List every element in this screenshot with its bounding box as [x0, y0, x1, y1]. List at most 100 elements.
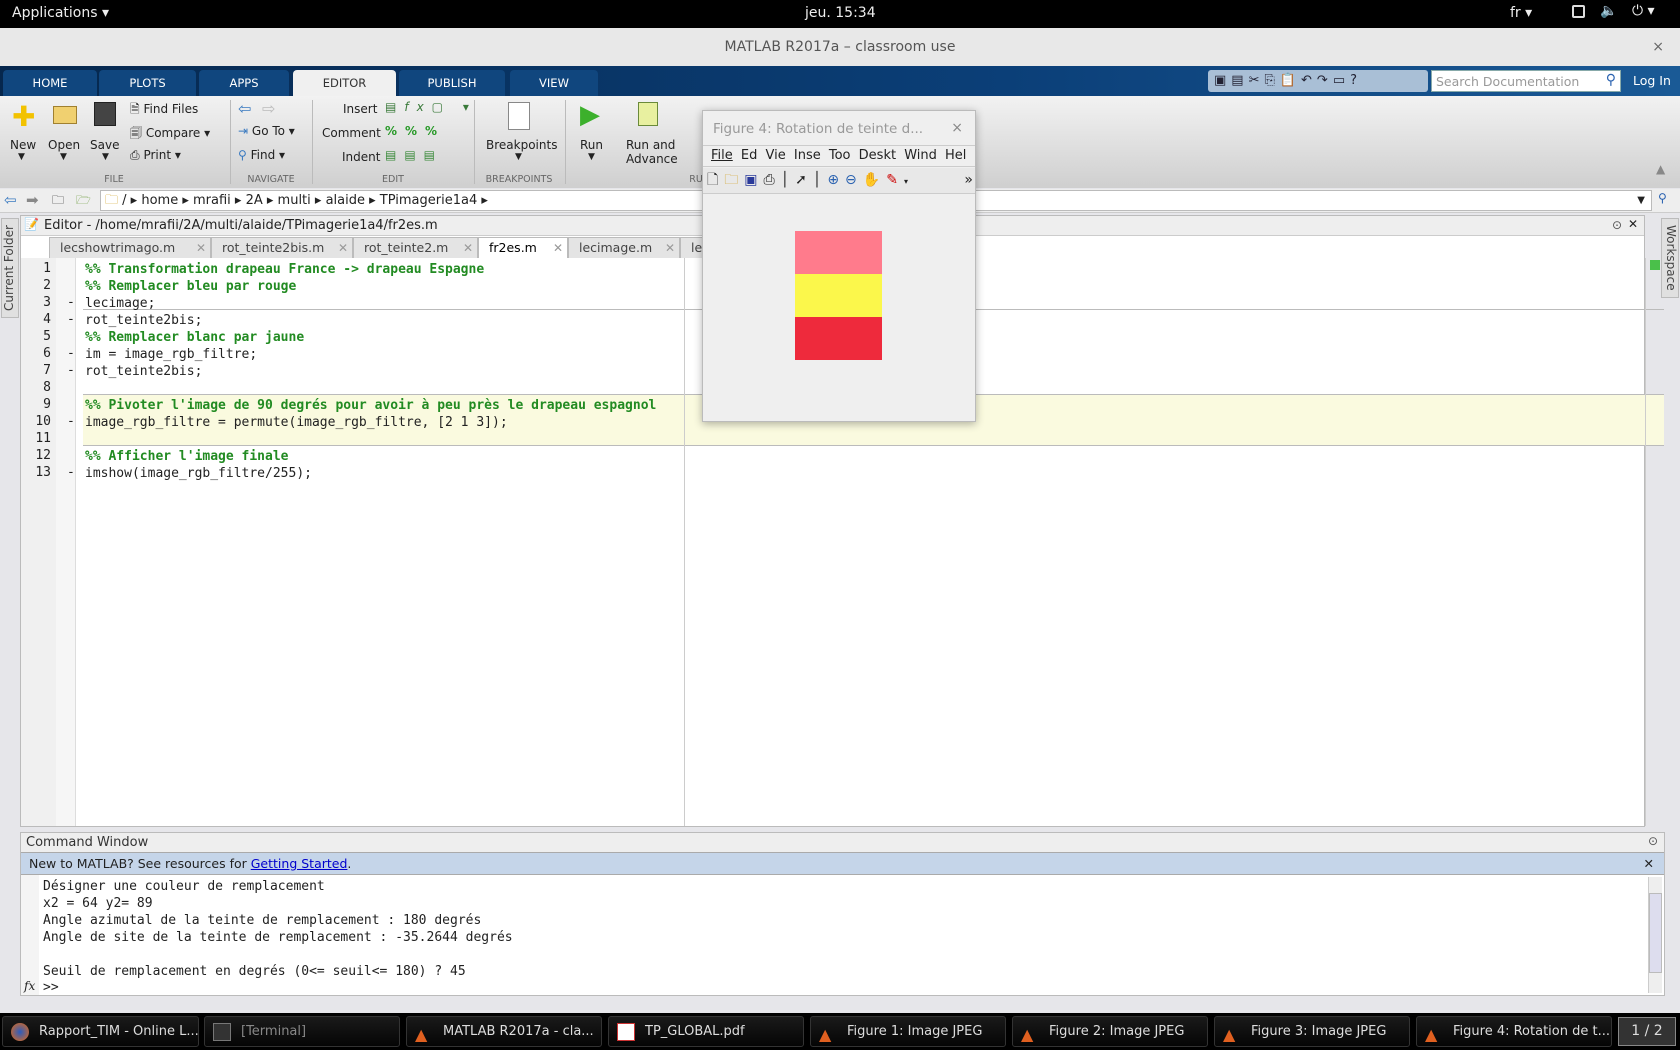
menu-help[interactable]: Hel — [945, 148, 966, 163]
executable-line-marker[interactable]: - — [67, 312, 75, 327]
path-segment[interactable]: multi — [278, 193, 311, 208]
new-button[interactable]: ✚ New ▼ — [4, 98, 44, 168]
indent-icons[interactable]: ▤▤▤ — [385, 148, 443, 162]
editor-tab[interactable]: lecimage.m ✕ — [568, 237, 680, 258]
tab-plots[interactable]: PLOTS — [99, 70, 196, 96]
taskbar-item-pdf[interactable]: TP_GLOBAL.pdf — [608, 1016, 804, 1047]
tab-apps[interactable]: APPS — [199, 70, 289, 96]
code-comment-line[interactable]: %% Remplacer bleu par rouge — [85, 278, 296, 295]
scrollbar-thumb[interactable] — [1649, 893, 1662, 973]
open-button[interactable]: Open ▼ — [46, 98, 86, 168]
volume-icon[interactable]: 🔈 — [1600, 3, 1617, 19]
executable-line-marker[interactable]: - — [67, 346, 75, 361]
workspace-tab[interactable]: Workspace — [1661, 218, 1679, 298]
zoom-in-icon[interactable]: ⊕ — [827, 172, 845, 188]
dropdown-icon[interactable]: ▾ — [904, 177, 914, 186]
print-button[interactable]: ⎙ Print ▾ — [130, 148, 181, 163]
workspace-pager[interactable]: 1 / 2 — [1618, 1017, 1676, 1046]
zoom-out-icon[interactable]: ⊖ — [845, 172, 863, 188]
menu-file[interactable]: File — [711, 148, 733, 163]
taskbar-item-matlab[interactable]: ▲ MATLAB R2017a - cla... — [406, 1016, 602, 1047]
code-line[interactable]: image_rgb_filtre = permute(image_rgb_fil… — [85, 414, 508, 431]
save-figure-icon[interactable]: ▣ — [744, 172, 763, 188]
menu-insert[interactable]: Inse — [794, 148, 821, 163]
run-button[interactable]: ▶ Run ▼ — [572, 98, 612, 168]
path-segment[interactable]: TPimagerie1a4 — [380, 193, 477, 208]
panel-menu-icon[interactable]: ⊙ — [1648, 834, 1658, 848]
taskbar-item-figure-1[interactable]: ▲ Figure 1: Image JPEG — [810, 1016, 1006, 1047]
tab-view[interactable]: VIEW — [510, 70, 598, 96]
editor-tab[interactable]: lecshowtrimago.m ✕ — [49, 237, 211, 258]
menu-desktop[interactable]: Deskt — [859, 148, 896, 163]
insert-icons[interactable]: ▤fx▢ ▾ — [385, 100, 477, 114]
back-arrow-icon[interactable]: ⇦ — [238, 99, 251, 118]
tab-publish[interactable]: PUBLISH — [399, 70, 505, 96]
menu-tools[interactable]: Too — [829, 148, 851, 163]
taskbar-item-figure-4[interactable]: ▲ Figure 4: Rotation de t... — [1416, 1016, 1612, 1047]
search-folder-icon[interactable]: ⚲ — [1658, 191, 1667, 205]
code-analyzer-status-icon[interactable] — [1650, 260, 1660, 270]
applications-menu[interactable]: Applications ▾ — [12, 5, 109, 21]
comment-icons[interactable]: %%% — [385, 124, 445, 138]
power-icon[interactable]: ⏻ ▾ — [1632, 3, 1655, 19]
code-line[interactable]: rot_teinte2bis; — [85, 363, 202, 380]
executable-line-marker[interactable]: - — [67, 465, 75, 480]
tab-home[interactable]: HOME — [3, 70, 97, 96]
path-segment[interactable]: home — [141, 193, 178, 208]
window-icon[interactable] — [1572, 5, 1585, 18]
close-window-button[interactable]: × — [1652, 28, 1664, 66]
command-prompt[interactable]: >> — [43, 980, 59, 995]
executable-line-marker[interactable]: - — [67, 414, 75, 429]
pointer-icon[interactable]: ➚ — [795, 172, 813, 188]
tab-editor[interactable]: EDITOR — [293, 70, 396, 96]
search-icon[interactable]: ⚲ — [1606, 72, 1616, 88]
menu-edit[interactable]: Ed — [741, 148, 757, 163]
new-figure-icon[interactable]: 🗋 — [707, 172, 724, 188]
menu-view[interactable]: Vie — [766, 148, 786, 163]
print-figure-icon[interactable]: ⎙ — [764, 172, 781, 188]
breakpoints-button[interactable]: Breakpoints ▼ — [480, 98, 560, 168]
editor-tab-active[interactable]: fr2es.m ✕ — [478, 237, 568, 258]
taskbar-item-figure-2[interactable]: ▲ Figure 2: Image JPEG — [1012, 1016, 1208, 1047]
search-documentation-input[interactable]: Search Documentation ⚲ — [1431, 70, 1621, 92]
forward-icon[interactable]: ➡ — [26, 191, 39, 209]
close-editor-button[interactable]: ✕ — [1628, 217, 1638, 231]
forward-arrow-icon[interactable]: ⇨ — [262, 99, 275, 118]
close-tab-icon[interactable]: ✕ — [463, 238, 473, 258]
go-to-button[interactable]: ⇥ Go To ▾ — [238, 124, 295, 138]
code-line[interactable]: lecimage; — [85, 295, 155, 312]
close-tab-icon[interactable]: ✕ — [196, 238, 206, 258]
taskbar-item-firefox[interactable]: Rapport_TIM - Online L... — [2, 1016, 199, 1047]
path-segment[interactable]: mrafii — [193, 193, 231, 208]
browse-folder-icon[interactable]: 🗁 — [76, 191, 91, 212]
executable-line-marker[interactable]: - — [67, 363, 75, 378]
collapse-toolstrip-icon[interactable]: ▲ — [1656, 162, 1665, 176]
path-root[interactable]: / — [122, 193, 126, 208]
back-icon[interactable]: ⇦ — [4, 191, 17, 209]
command-scrollbar[interactable] — [1648, 877, 1662, 993]
find-files-button[interactable]: 🗎 Find Files — [130, 100, 198, 121]
function-browser-icon[interactable]: fx — [24, 979, 35, 993]
toolbar-overflow-icon[interactable]: » — [964, 168, 973, 192]
find-button[interactable]: ⚲ Find ▾ — [238, 148, 285, 162]
run-and-advance-button[interactable]: Run and Advance — [622, 98, 678, 168]
figure-close-button[interactable]: × — [951, 120, 963, 136]
pan-hand-icon[interactable]: ✋ — [863, 172, 886, 188]
save-button[interactable]: Save ▼ — [88, 98, 128, 168]
path-dropdown-icon[interactable]: ▼ — [1637, 191, 1645, 210]
getting-started-link[interactable]: Getting Started — [251, 856, 348, 871]
code-comment-line[interactable]: %% Afficher l'image finale — [85, 448, 289, 465]
panel-menu-icon[interactable]: ⊙ — [1612, 218, 1622, 232]
editor-tab[interactable]: rot_teinte2.m ✕ — [353, 237, 478, 258]
breakpoint-gutter[interactable] — [56, 258, 76, 826]
code-comment-line[interactable]: %% Remplacer blanc par jaune — [85, 329, 304, 346]
code-line[interactable]: rot_teinte2bis; — [85, 312, 202, 329]
code-comment-line[interactable]: %% Transformation drapeau France -> drap… — [85, 261, 484, 278]
close-info-bar-button[interactable]: ✕ — [1644, 853, 1654, 875]
code-comment-line[interactable]: %% Pivoter l'image de 90 degrés pour avo… — [85, 397, 656, 414]
compare-button[interactable]: 🗐 Compare ▾ — [130, 124, 210, 145]
path-segment[interactable]: 2A — [246, 193, 263, 208]
language-menu[interactable]: fr ▾ — [1510, 5, 1532, 21]
quick-access-toolbar[interactable]: ▣▤✂⎘📋↶↷▭? — [1208, 70, 1428, 92]
code-line[interactable]: imshow(image_rgb_filtre/255); — [85, 465, 312, 482]
